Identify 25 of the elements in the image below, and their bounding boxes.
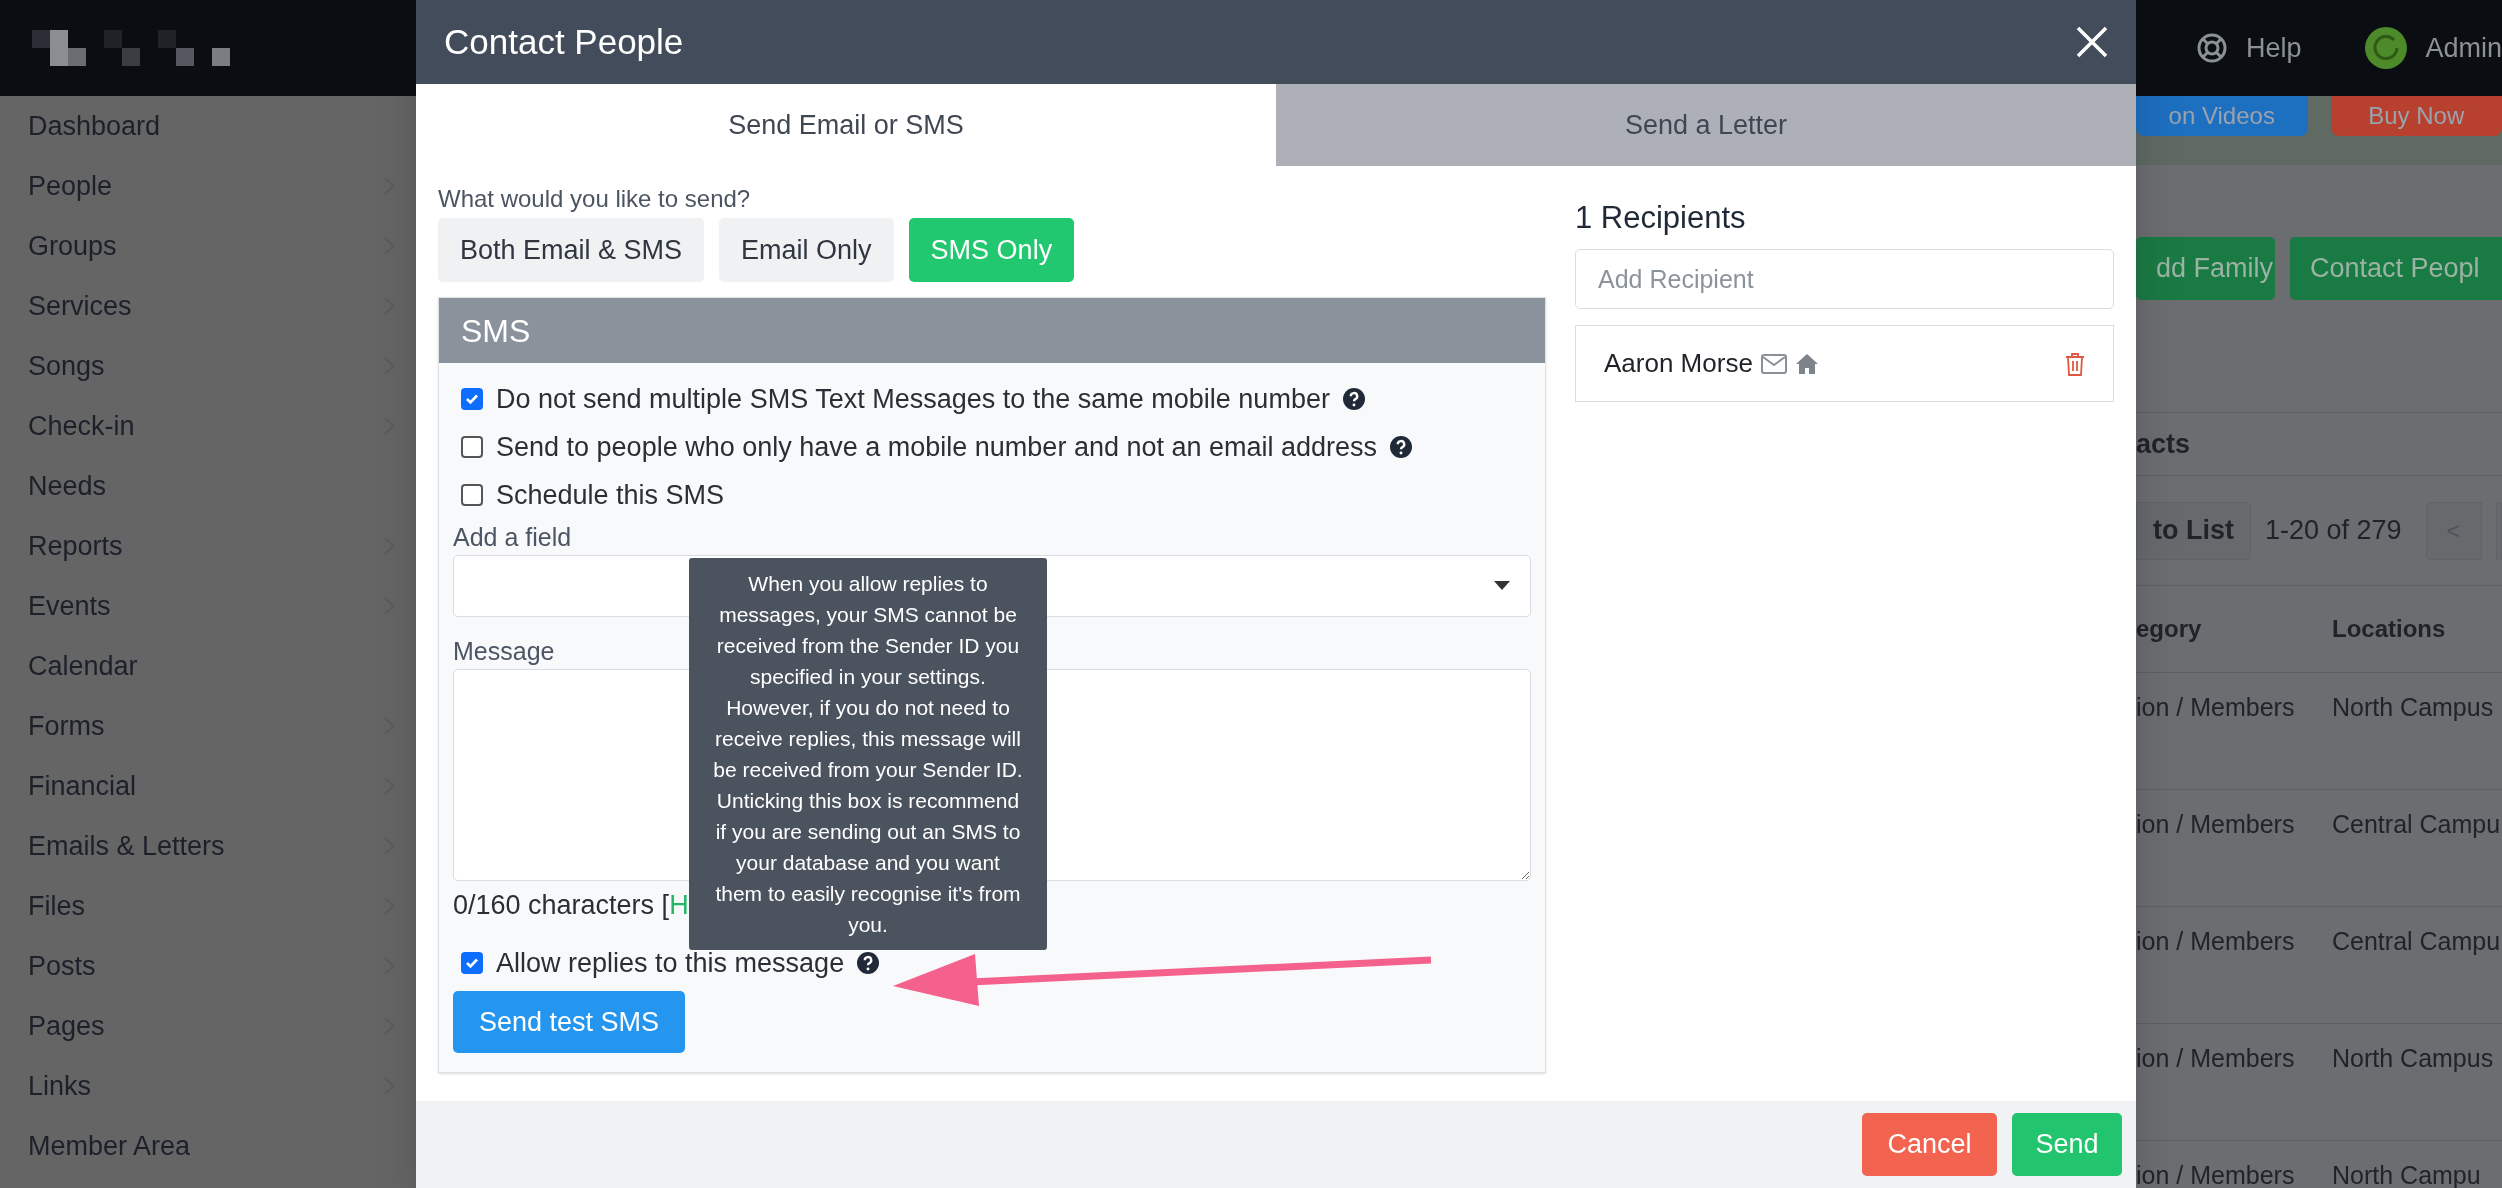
table-cell-text: North Campus: [2332, 692, 2494, 723]
pagination-range: 1-20 of 279: [2265, 514, 2402, 548]
column-header: Locations: [2332, 614, 2446, 644]
tooltip: When you allow replies to messages, your SMS cannot be received from the Sender ID you specified in your settings. However, if you do not need to receive replies, this message will be received from your Sender ID. Unticking this box is recommend if you are sending out an SMS to your database and you want them to easily recognise it's from you.: [689, 558, 1047, 950]
table-cell-text: ion / Members: [2136, 1043, 2296, 1074]
table-cell-text: ion / Members: [2136, 926, 2296, 957]
send-prompt: What would you like to send?: [438, 184, 752, 214]
column-header: egory: [2136, 614, 2203, 644]
recipient-name: Aaron Morse: [1604, 347, 1753, 380]
table-cell-text: Central Campu: [2332, 926, 2501, 957]
message-label: Message: [453, 636, 555, 667]
field-label: Add a field: [453, 522, 572, 553]
table-cell-text: ion / Members: [2136, 809, 2296, 840]
table-cell-text: Central Campu: [2332, 809, 2501, 840]
character-count: 0/160 characters [H: [453, 889, 689, 922]
option-label: Schedule this SMS: [496, 478, 725, 512]
recipients-title: 1 Recipients: [1575, 199, 1747, 237]
table-cell-text: North Campus: [2332, 1043, 2494, 1074]
panel-title: SMS: [461, 311, 531, 351]
option-label: Send to people who only have a mobile number and not an email address: [496, 430, 1378, 464]
option-label: Do not send multiple SMS Text Messages to the same mobile number: [496, 382, 1330, 416]
modal-title: Contact People: [444, 20, 684, 63]
table-cell-text: ion / Members: [2136, 692, 2296, 723]
section-title: acts: [2136, 427, 2191, 461]
table-cell-text: ion / Members: [2136, 1160, 2296, 1188]
